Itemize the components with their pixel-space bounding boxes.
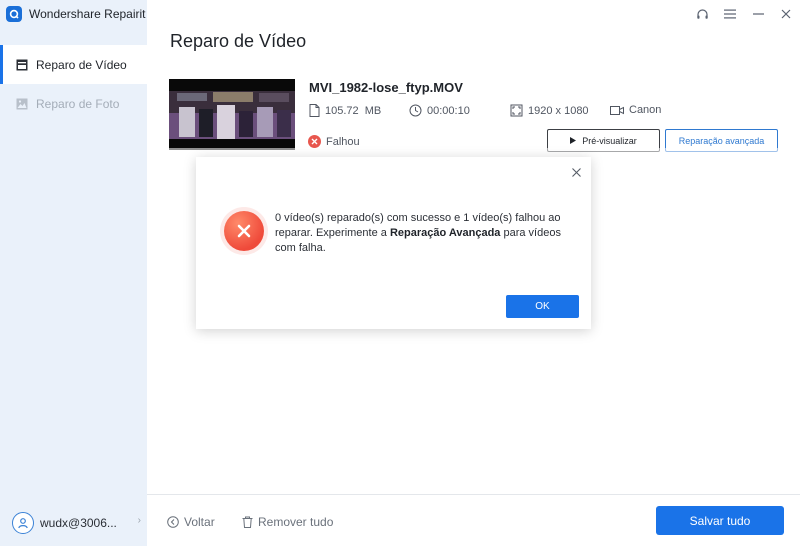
remove-all-button[interactable]: Remover tudo — [242, 515, 333, 529]
remove-all-label: Remover tudo — [258, 515, 334, 529]
app-title: Wondershare Repairit — [29, 7, 146, 21]
error-icon — [308, 135, 321, 148]
file-size: 105.72 MB — [309, 104, 381, 117]
resolution: 1920 x 1080 — [510, 104, 589, 117]
back-label: Voltar — [184, 515, 215, 529]
dialog-close-icon[interactable] — [569, 165, 583, 179]
sidebar-item-label: Reparo de Foto — [36, 96, 120, 111]
headset-icon[interactable] — [688, 0, 716, 28]
user-avatar-icon — [12, 512, 34, 534]
window-controls — [688, 0, 800, 28]
dialog-message: 0 vídeo(s) reparado(s) com sucesso e 1 v… — [275, 211, 575, 256]
chevron-right-icon: › — [137, 515, 141, 526]
repair-status: Falhou — [308, 135, 360, 148]
dialog-message-highlight: Reparação Avançada — [389, 227, 501, 239]
repair-result-dialog: 0 vídeo(s) reparado(s) com sucesso e 1 v… — [196, 157, 591, 329]
menu-icon[interactable] — [716, 0, 744, 28]
photo-repair-icon — [16, 98, 28, 110]
preview-button-label: Pré-visualizar — [582, 135, 637, 146]
back-button[interactable]: Voltar — [167, 515, 215, 529]
save-all-button[interactable]: Salvar tudo — [656, 506, 784, 535]
sidebar-item-label: Reparo de Vídeo — [36, 57, 127, 72]
repairit-logo-icon — [6, 6, 22, 22]
page-title: Reparo de Vídeo — [170, 31, 307, 51]
trash-icon — [242, 516, 253, 528]
close-icon[interactable] — [772, 0, 800, 28]
device-value: Canon — [629, 104, 662, 116]
minimize-icon[interactable] — [744, 0, 772, 28]
file-size-value: 105.72 MB — [325, 104, 382, 117]
app-header: Wondershare Repairit — [0, 0, 147, 28]
duration-value: 00:00:10 — [427, 104, 470, 117]
clock-icon — [409, 104, 422, 117]
video-repair-icon — [16, 59, 28, 71]
advanced-repair-label: Reparação avançada — [678, 135, 765, 146]
camera-device: Canon — [610, 104, 661, 116]
error-icon — [224, 211, 264, 251]
user-name: wudx@3006... — [40, 516, 117, 530]
resolution-icon — [510, 104, 523, 117]
play-icon — [570, 137, 577, 144]
video-thumbnail — [169, 79, 295, 150]
user-account[interactable]: wudx@3006... › — [0, 500, 147, 546]
resolution-value: 1920 x 1080 — [528, 104, 589, 117]
sidebar: Wondershare Repairit Reparo de Vídeo Rep… — [0, 0, 147, 546]
video-file-name: MVI_1982-lose_ftyp.MOV — [309, 80, 463, 95]
camera-icon — [610, 105, 624, 116]
duration: 00:00:10 — [409, 104, 470, 117]
back-icon — [167, 516, 179, 528]
sidebar-item-photo-repair[interactable]: Reparo de Foto — [0, 84, 147, 123]
sidebar-item-video-repair[interactable]: Reparo de Vídeo — [0, 45, 147, 84]
ok-button[interactable]: OK — [506, 295, 579, 318]
footer-bar: Voltar Remover tudo Salvar tudo — [147, 494, 800, 546]
status-label: Falhou — [326, 135, 360, 148]
file-icon — [309, 104, 320, 117]
